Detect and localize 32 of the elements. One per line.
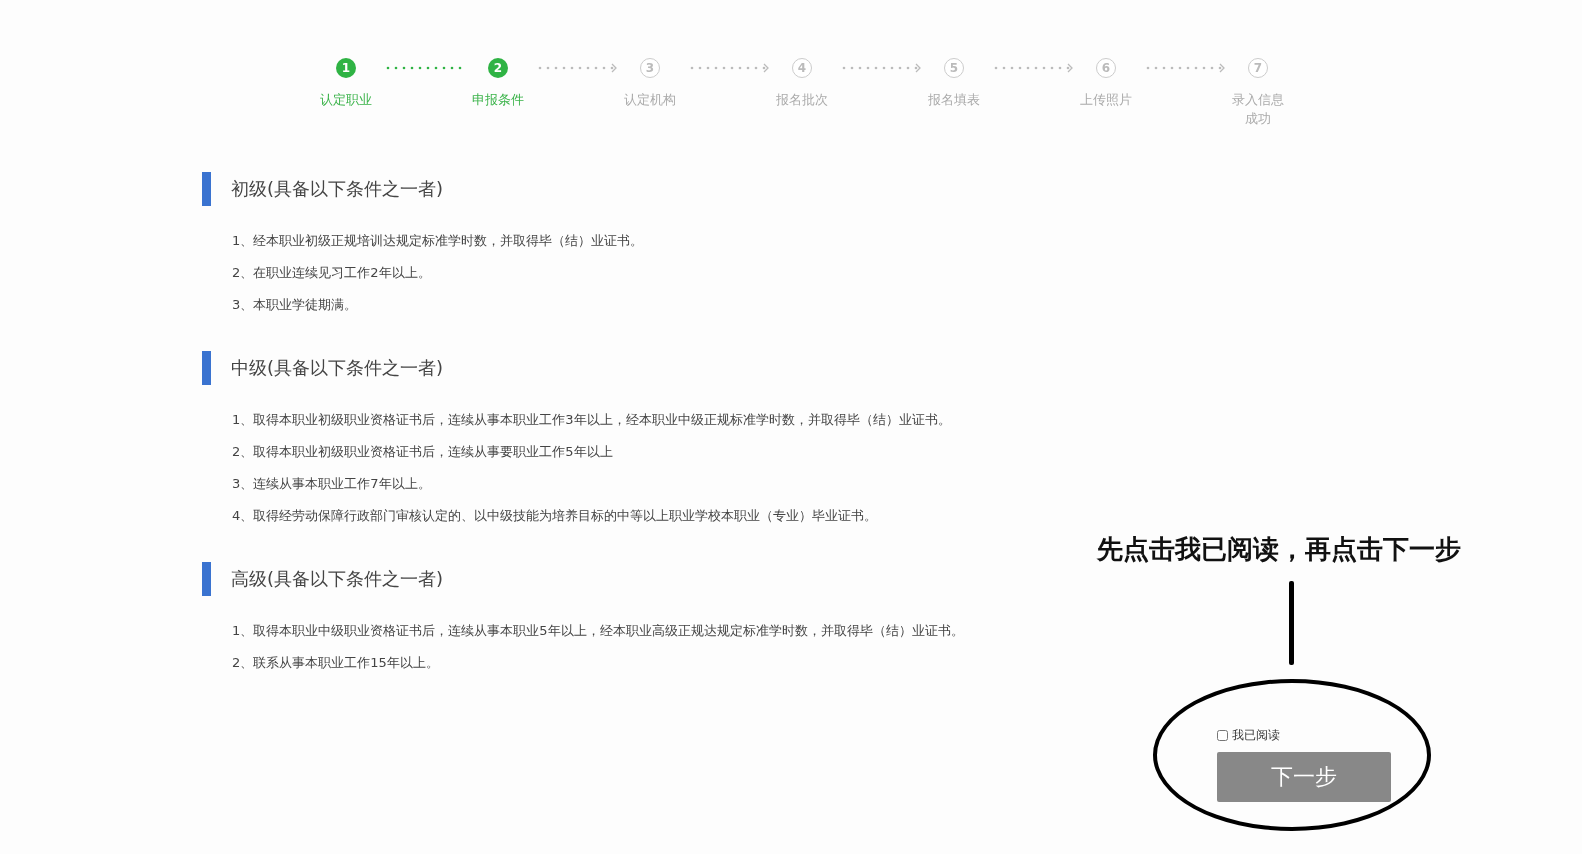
step-label: 上传照片 [1079,91,1133,109]
step-number: 4 [792,58,812,78]
condition-text: 3、连续从事本职业工作7年以上。 [232,475,432,493]
condition-text: 1、取得本职业初级职业资格证书后，连续从事本职业工作3年以上，经本职业中级正规标准学时数，并取得毕（结）业证书。 [232,411,952,429]
condition-text: 1、经本职业初级正规培训达规定标准学时数，并取得毕（结）业证书。 [232,232,645,250]
step-number: 5 [944,58,964,78]
step-label: 申报条件 [471,91,525,109]
read-checkbox[interactable] [1217,730,1228,741]
condition-text: 2、联系从事本职业工作15年以上。 [232,654,440,672]
annotation-text: 先点击我已阅读，再点击下一步 [1097,534,1461,566]
step-label: 报名批次 [775,91,829,109]
step-label: 认定机构 [623,91,677,109]
step-number: 3 [640,58,660,78]
step-label: 认定职业 [319,91,373,109]
section-title: 高级(具备以下条件之一者) [231,567,444,591]
condition-text: 4、取得经劳动保障行政部门审核认定的、以中级技能为培养目标的中等以上职业学校本职业（专业）毕业证书。 [232,507,879,525]
step-number: 7 [1248,58,1268,78]
step-label: 报名填表 [927,91,981,109]
section-marker [202,562,211,596]
condition-text: 2、在职业连续见习工作2年以上。 [232,264,432,282]
checkbox-label: 我已阅读 [1232,727,1280,744]
condition-text: 1、取得本职业中级职业资格证书后，连续从事本职业5年以上，经本职业高级正规达规定标准学时数，并取得毕（结）业证书。 [232,622,965,640]
step-label: 录入信息成功 [1231,91,1285,128]
section-marker [202,351,211,385]
condition-text: 2、取得本职业初级职业资格证书后，连续从事要职业工作5年以上 [232,443,614,461]
section-marker [202,172,211,206]
step-number: 6 [1096,58,1116,78]
section-title: 初级(具备以下条件之一者) [231,177,444,201]
section-title: 中级(具备以下条件之一者) [231,356,444,380]
step-number: 1 [336,58,356,78]
step-number: 2 [488,58,508,78]
condition-text: 3、本职业学徒期满。 [232,296,359,314]
